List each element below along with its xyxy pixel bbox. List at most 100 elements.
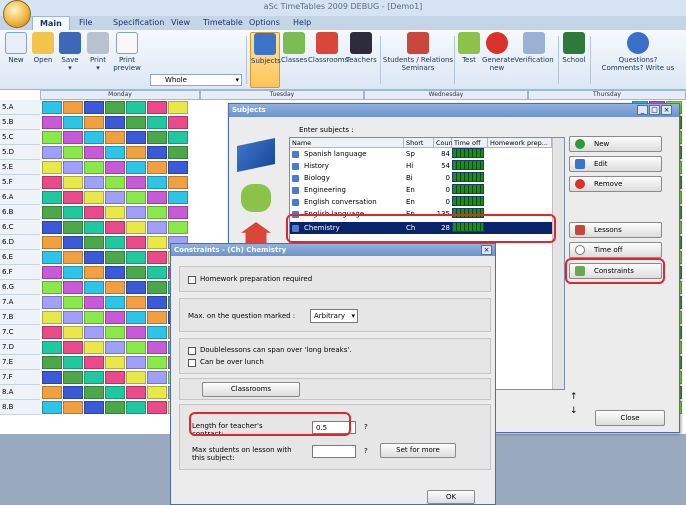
lesson-card[interactable] bbox=[63, 401, 83, 414]
lesson-card[interactable] bbox=[126, 161, 146, 174]
test-button[interactable]: Test bbox=[458, 32, 480, 88]
lesson-card[interactable] bbox=[84, 386, 104, 399]
lesson-card[interactable] bbox=[63, 161, 83, 174]
class-row-label[interactable]: 6.G bbox=[0, 280, 40, 295]
teachers-button[interactable]: Teachers bbox=[346, 32, 377, 88]
lesson-card[interactable] bbox=[42, 161, 62, 174]
lesson-card[interactable] bbox=[63, 146, 83, 159]
lesson-card[interactable] bbox=[147, 101, 167, 114]
up-arrow-icon[interactable]: ↑ bbox=[570, 392, 578, 402]
lesson-card[interactable] bbox=[84, 131, 104, 144]
lesson-card[interactable] bbox=[126, 386, 146, 399]
class-row-label[interactable]: 7.C bbox=[0, 325, 40, 340]
questions-button[interactable]: Questions? Comments? Write us bbox=[594, 32, 682, 88]
lesson-card[interactable] bbox=[105, 281, 125, 294]
lesson-card[interactable] bbox=[84, 326, 104, 339]
class-row-label[interactable]: 5.B bbox=[0, 115, 40, 130]
column-header[interactable]: Count bbox=[434, 138, 455, 148]
lesson-card[interactable] bbox=[126, 326, 146, 339]
lesson-card[interactable] bbox=[63, 101, 83, 114]
lesson-card[interactable] bbox=[42, 191, 62, 204]
lesson-card[interactable] bbox=[105, 161, 125, 174]
lesson-card[interactable] bbox=[63, 386, 83, 399]
class-row-label[interactable]: 5.F bbox=[0, 175, 40, 190]
save-button[interactable]: Save ▾ bbox=[58, 32, 82, 88]
tab-specification[interactable]: Specification bbox=[106, 16, 171, 30]
classrooms-button[interactable]: Classrooms bbox=[202, 382, 300, 397]
lesson-card[interactable] bbox=[63, 326, 83, 339]
tab-main[interactable]: Main bbox=[32, 16, 70, 30]
lesson-card[interactable] bbox=[147, 326, 167, 339]
lesson-card[interactable] bbox=[42, 116, 62, 129]
lesson-card[interactable] bbox=[147, 296, 167, 309]
print-button[interactable]: Print ▾ bbox=[86, 32, 110, 88]
lesson-card[interactable] bbox=[126, 311, 146, 324]
class-row-label[interactable]: 6.D bbox=[0, 235, 40, 250]
lesson-card[interactable] bbox=[147, 266, 167, 279]
homework-checkbox[interactable] bbox=[188, 276, 196, 284]
lesson-card[interactable] bbox=[147, 161, 167, 174]
class-row-label[interactable]: 6.C bbox=[0, 220, 40, 235]
column-header[interactable]: Short bbox=[404, 138, 434, 148]
column-header[interactable]: Time off bbox=[452, 138, 488, 148]
lesson-card[interactable] bbox=[168, 131, 188, 144]
class-row-label[interactable]: 5.C bbox=[0, 130, 40, 145]
lesson-card[interactable] bbox=[42, 251, 62, 264]
lesson-card[interactable] bbox=[147, 371, 167, 384]
lesson-card[interactable] bbox=[84, 296, 104, 309]
verification-button[interactable]: Verification bbox=[512, 32, 556, 88]
tab-options[interactable]: Options bbox=[242, 16, 287, 30]
class-row-label[interactable]: 6.F bbox=[0, 265, 40, 280]
lesson-card[interactable] bbox=[126, 356, 146, 369]
lesson-card[interactable] bbox=[42, 206, 62, 219]
lesson-card[interactable] bbox=[126, 206, 146, 219]
lesson-card[interactable] bbox=[105, 101, 125, 114]
lesson-card[interactable] bbox=[147, 146, 167, 159]
lesson-card[interactable] bbox=[63, 311, 83, 324]
lesson-card[interactable] bbox=[42, 176, 62, 189]
view-select[interactable]: Whole ▾ bbox=[150, 74, 242, 86]
lesson-card[interactable] bbox=[84, 206, 104, 219]
lesson-card[interactable] bbox=[42, 101, 62, 114]
close-button[interactable]: Close bbox=[595, 410, 665, 426]
class-row-label[interactable]: 6.B bbox=[0, 205, 40, 220]
lesson-card[interactable] bbox=[105, 371, 125, 384]
lesson-card[interactable] bbox=[42, 281, 62, 294]
column-header[interactable]: Homework prep... bbox=[488, 138, 552, 148]
lesson-card[interactable] bbox=[42, 386, 62, 399]
lesson-card[interactable] bbox=[105, 236, 125, 249]
open-button[interactable]: Open bbox=[30, 32, 56, 88]
lesson-card[interactable] bbox=[84, 266, 104, 279]
lesson-card[interactable] bbox=[168, 161, 188, 174]
help-question-icon[interactable]: ? bbox=[364, 423, 368, 431]
lessons-button[interactable]: Lessons bbox=[569, 222, 662, 238]
subject-row[interactable]: English conversation En 0 bbox=[290, 196, 552, 208]
lesson-card[interactable] bbox=[42, 356, 62, 369]
school-button[interactable]: School bbox=[560, 32, 588, 88]
lesson-card[interactable] bbox=[105, 401, 125, 414]
lesson-card[interactable] bbox=[168, 221, 188, 234]
column-header[interactable]: Name bbox=[290, 138, 404, 148]
lesson-card[interactable] bbox=[147, 251, 167, 264]
lesson-card[interactable] bbox=[63, 341, 83, 354]
lesson-card[interactable] bbox=[147, 341, 167, 354]
lesson-card[interactable] bbox=[63, 206, 83, 219]
lesson-card[interactable] bbox=[147, 236, 167, 249]
lesson-card[interactable] bbox=[105, 221, 125, 234]
lesson-card[interactable] bbox=[84, 176, 104, 189]
class-row-label[interactable]: 5.A bbox=[0, 100, 40, 115]
lesson-card[interactable] bbox=[84, 101, 104, 114]
lesson-card[interactable] bbox=[147, 386, 167, 399]
lesson-card[interactable] bbox=[147, 176, 167, 189]
class-row-label[interactable]: 6.E bbox=[0, 250, 40, 265]
subject-row[interactable]: Spanish language Sp 84 bbox=[290, 148, 552, 160]
lesson-card[interactable] bbox=[84, 401, 104, 414]
max-students-input[interactable] bbox=[312, 445, 356, 458]
close-window-button[interactable]: × bbox=[661, 105, 672, 115]
ok-button[interactable]: OK bbox=[427, 490, 475, 504]
lesson-card[interactable] bbox=[63, 176, 83, 189]
tab-view[interactable]: View bbox=[164, 16, 197, 30]
lesson-card[interactable] bbox=[126, 371, 146, 384]
lesson-card[interactable] bbox=[42, 266, 62, 279]
lesson-card[interactable] bbox=[42, 341, 62, 354]
